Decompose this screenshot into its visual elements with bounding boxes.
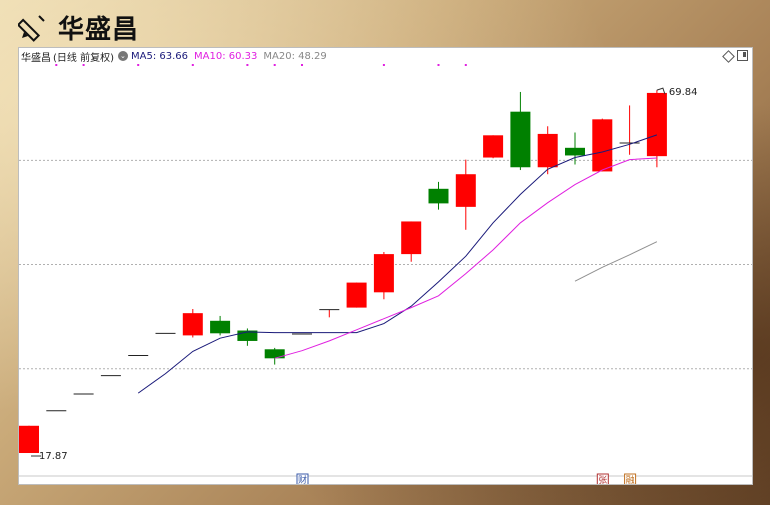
header: 华盛昌 [18,8,139,46]
candle-body [428,188,449,204]
top-dot [437,64,440,66]
candle-body [455,174,476,207]
top-dot [273,64,276,66]
candle-body [373,254,394,293]
candle-body [537,133,558,168]
kline-panel[interactable]: 华盛昌 (日线 前复权) ⌄ MA5: 63.66 MA10: 60.33 MA… [18,47,753,485]
top-dot [191,64,194,66]
top-dot [382,64,385,66]
candle-body [401,221,422,255]
ma5-line [137,134,658,394]
top-dot [55,64,58,66]
candle-body [264,349,285,359]
high-label: 69.84 [669,87,698,98]
candlestick-chart[interactable]: 69.84 17.87 财 张 融 [19,48,752,484]
event-marker-label: 张 [598,475,607,484]
candle-body [210,320,231,334]
top-dot [464,64,467,66]
top-dot [137,64,140,66]
candle-body [510,111,531,168]
page-title: 华盛昌 [58,14,140,45]
top-dot [82,64,85,66]
candle-body [646,92,667,157]
event-marker-label: 财 [298,474,307,484]
candle-body [19,425,39,454]
candle-body [182,313,203,336]
pencil-icon [18,15,45,42]
ma20-line [574,241,658,282]
low-label: 17.87 [39,451,68,462]
event-marker-label: 融 [626,475,635,484]
top-dot [246,64,249,66]
candle-body [483,135,504,158]
candle-body [346,282,367,308]
candle-body [592,119,613,172]
candle-body [565,147,585,156]
top-dot [301,64,303,66]
